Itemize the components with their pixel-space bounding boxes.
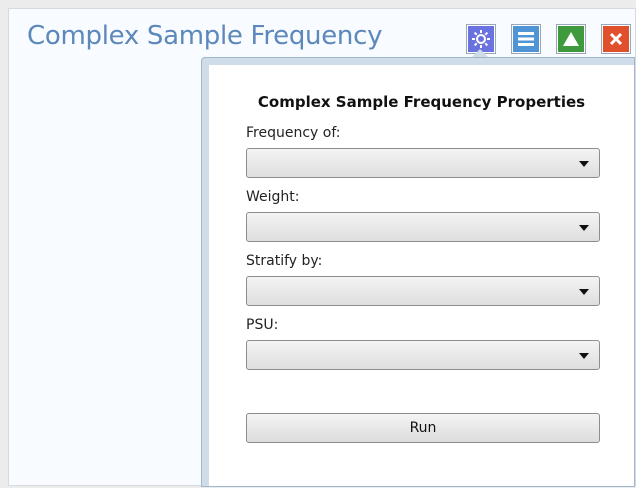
- properties-panel: Complex Sample Frequency Properties Freq…: [209, 65, 634, 486]
- collapse-button[interactable]: [557, 25, 585, 53]
- triangle-up-icon: [563, 32, 579, 46]
- chevron-down-icon: [579, 161, 589, 167]
- frequency-of-label: Frequency of:: [246, 125, 341, 141]
- weight-select[interactable]: [246, 212, 600, 242]
- properties-title: Complex Sample Frequency Properties: [257, 93, 586, 111]
- psu-select[interactable]: [246, 340, 600, 370]
- close-button[interactable]: [602, 25, 630, 53]
- stratify-by-select[interactable]: [246, 276, 600, 306]
- list-icon: [518, 32, 534, 46]
- psu-label: PSU:: [246, 317, 279, 333]
- gear-icon: [472, 30, 490, 48]
- chevron-down-icon: [579, 289, 589, 295]
- properties-popup: Complex Sample Frequency Properties Freq…: [201, 57, 635, 487]
- run-button[interactable]: Run: [246, 413, 600, 443]
- frequency-of-select[interactable]: [246, 148, 600, 178]
- close-icon: [609, 32, 623, 46]
- chevron-down-icon: [579, 353, 589, 359]
- weight-label: Weight:: [246, 189, 300, 205]
- gadget-title: Complex Sample Frequency: [27, 21, 383, 51]
- chevron-down-icon: [579, 225, 589, 231]
- list-button[interactable]: [512, 25, 540, 53]
- stratify-by-label: Stratify by:: [246, 253, 323, 269]
